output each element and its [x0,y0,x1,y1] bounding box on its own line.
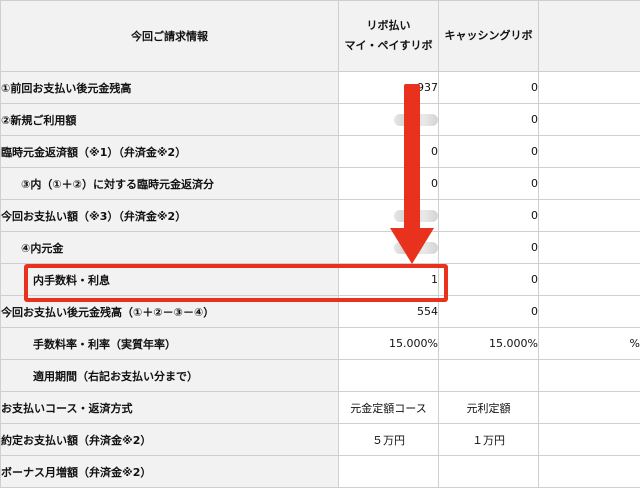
row-label-post-balance: 今回お支払い後元金残高（①＋②－③－④） [0,295,339,328]
table-row: ④内元金 0 [0,231,640,264]
annotation-arrow-shaft [404,84,420,234]
row-label-fee-rate: 手数料率・利率（実質年率） [0,327,339,360]
cell-cashing: 0 [438,103,539,136]
row-label-current-payment: 今回お支払い額（※3）（弁済金※2） [0,199,339,232]
cell-cashing: 0 [438,263,539,296]
cell-revo [338,455,439,488]
table-row: 臨時元金返済額（※1）（弁済金※2） 0 0 [0,135,640,168]
table-row: 約定お支払い額（弁済金※2） ５万円 １万円 [0,423,640,456]
cell-cashing: 0 [438,295,539,328]
cell-extra [538,231,640,264]
row-label-applied-period: 適用期間（右記お支払い分まで） [0,359,339,392]
annotation-arrow-head-icon [390,228,434,264]
cell-cashing [438,455,539,488]
table-row: ③内（①＋②）に対する臨時元金返済分 0 0 [0,167,640,200]
cell-revo [338,103,439,136]
cell-extra [538,199,640,232]
header-revo-column: リボ払い マイ・ペイすリボ [338,0,439,72]
row-label-new-usage: ②新規ご利用額 [0,103,339,136]
cell-extra [538,359,640,392]
table-row: ②新規ご利用額 0 [0,103,640,136]
header-extra-column [538,0,640,72]
cell-cashing: 0 [438,199,539,232]
cell-revo: 1 [338,263,439,296]
cell-extra [538,391,640,424]
table-row: 手数料率・利率（実質年率） 15.000% 15.000% % [0,327,640,360]
cell-revo [338,199,439,232]
cell-revo: 15.000% [338,327,439,360]
row-label-temp-repayment-part: ③内（①＋②）に対する臨時元金返済分 [0,167,339,200]
cell-cashing: 15.000% [438,327,539,360]
row-label-payment-course: お支払いコース・返済方式 [0,391,339,424]
header-cashing-column: キャッシングリボ [438,0,539,72]
cell-revo: 554 [338,295,439,328]
cell-cashing: 0 [438,71,539,104]
cell-revo: ５万円 [338,423,439,456]
table-row: ボーナス月増額（弁済金※2） [0,455,640,488]
cell-cashing: 0 [438,135,539,168]
table-header-row: 今回ご請求情報 リボ払い マイ・ペイすリボ キャッシングリボ [0,0,640,72]
cell-extra [538,423,640,456]
row-label-fee-interest: 内手数料・利息 [0,263,339,296]
cell-revo: 元金定額コース [338,391,439,424]
row-label-temp-repayment: 臨時元金返済額（※1）（弁済金※2） [0,135,339,168]
cell-revo: 937 [338,71,439,104]
cell-revo: 0 [338,135,439,168]
header-revo-line1: リボ払い [366,19,411,32]
cell-extra [538,103,640,136]
cell-extra [538,263,640,296]
header-label-column: 今回ご請求情報 [0,0,339,72]
table-row: 適用期間（右記お支払い分まで） [0,359,640,392]
header-revo-line2: マイ・ペイすリボ [344,39,433,52]
table-row: 今回お支払い額（※3）（弁済金※2） 0 [0,199,640,232]
cell-extra [538,167,640,200]
cell-revo [338,359,439,392]
cell-extra [538,71,640,104]
cell-extra [538,135,640,168]
cell-cashing: 0 [438,231,539,264]
table-row-highlighted: 内手数料・利息 1 0 [0,263,640,296]
row-label-principal-part: ④内元金 [0,231,339,264]
row-label-contract-payment: 約定お支払い額（弁済金※2） [0,423,339,456]
cell-extra [538,295,640,328]
cell-revo: 0 [338,167,439,200]
table-row: ①前回お支払い後元金残高 937 0 [0,71,640,104]
cell-cashing: 元利定額 [438,391,539,424]
table-row: お支払いコース・返済方式 元金定額コース 元利定額 [0,391,640,424]
cell-cashing: 0 [438,167,539,200]
table-row: 今回お支払い後元金残高（①＋②－③－④） 554 0 [0,295,640,328]
cell-cashing [438,359,539,392]
billing-info-table: 今回ご請求情報 リボ払い マイ・ペイすリボ キャッシングリボ ①前回お支払い後元… [0,0,640,488]
cell-extra [538,455,640,488]
cell-cashing: １万円 [438,423,539,456]
cell-extra: % [538,327,640,360]
row-label-prev-principal: ①前回お支払い後元金残高 [0,71,339,104]
row-label-bonus-increase: ボーナス月増額（弁済金※2） [0,455,339,488]
